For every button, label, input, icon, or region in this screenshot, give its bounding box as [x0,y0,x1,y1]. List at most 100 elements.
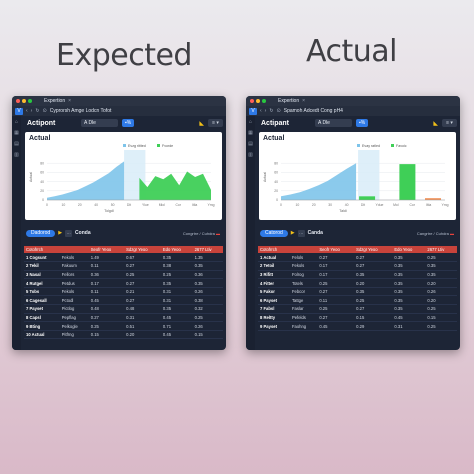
table-row[interactable]: 5 Fakor Febcor 0.27 0.35 0.35 0.26 [258,287,457,297]
legend-label: Evzg ritited [128,144,146,148]
chart-icon[interactable]: ▥ [248,152,253,158]
forward-icon[interactable]: › [265,108,267,114]
table-row[interactable]: 6 Payset Tattge 0.11 0.25 0.35 0.20 [258,295,457,306]
address-bar: V ‹ › ↻ ⊙ Cyprorsh Amge Lodcn Tofot [12,106,226,116]
menu-button[interactable]: ≡ ▾ [208,119,223,127]
reload-icon[interactable]: ↻ [269,108,273,114]
column-header[interactable] [59,246,89,253]
play-icon[interactable]: ▶ [291,230,295,236]
back-icon[interactable]: ‹ [26,108,28,114]
table-row[interactable]: 10 Actual Pitfrng 0.15 0.20 0.45 0.15 [24,330,223,340]
minimize-window-button[interactable] [22,99,26,103]
options-button[interactable]: ⋯ [297,229,305,237]
table-cell: 0.27 [354,253,393,263]
column-header[interactable]: Cotofrrch [24,246,60,253]
filter-dropdown[interactable]: A Dle [81,119,118,127]
column-header[interactable]: Edo Yeoo [392,246,426,253]
table-row[interactable]: 6 Cagesall Pctodl 0.45 0.27 0.31 0.38 [24,295,223,306]
document-icon[interactable]: ▤ [14,141,19,147]
grid-icon[interactable]: ▦ [248,130,253,136]
table-row[interactable]: 8 Reltty Pefelds 0.27 0.15 0.45 0.15 [258,313,457,323]
chart-icon[interactable]: ▥ [14,152,19,158]
options-button[interactable]: ⋯ [65,229,73,237]
table-row[interactable]: 2 Tetoil Fekols 0.17 0.27 0.35 0.35 [258,261,457,271]
tab-close-icon[interactable]: × [68,98,71,104]
maximize-window-button[interactable] [28,99,32,103]
close-window-button[interactable] [250,99,254,103]
table-actions-text[interactable]: Congrtre / Cuhdra ▬ [183,231,220,236]
table-row[interactable]: 9 Bting Pelkogle 0.25 0.51 0.71 0.26 [24,321,223,331]
column-header[interactable]: Seofr Yeoo [317,246,355,253]
minimize-window-button[interactable] [256,99,260,103]
table-cell: 0.17 [317,261,355,271]
view-button[interactable]: ▪ % [122,119,135,127]
table-row[interactable]: 2 Tekil Fakuum 0.11 0.27 0.38 0.35 [24,261,223,271]
table-row[interactable]: 5 Tobs Fekols 0.11 0.21 0.31 0.26 [24,287,223,297]
play-icon[interactable]: ▶ [58,230,62,236]
table-row[interactable]: 3 Nasal Fellors 0.36 0.25 0.25 0.36 [24,270,223,280]
dashboard-button[interactable]: Catorod [260,229,288,237]
table-cell: 0.45 [88,295,125,306]
table-row[interactable]: 4 Rutgel Petdus 0.17 0.27 0.35 0.35 [24,278,223,288]
highlight-band [358,150,380,200]
column-header[interactable]: Sdzgr Yeoo [354,246,393,253]
pin-icon[interactable]: ◣ [433,120,438,127]
table-cell: 0.11 [317,295,355,306]
browser-tab[interactable]: Expertion × [278,98,305,104]
url-text[interactable]: Cyprorsh Amge Lodcn Tofot [50,108,112,114]
table-cell: 0.51 [124,321,161,331]
view-button-label: % [126,120,132,126]
x-tick-label: Ydue [375,203,383,207]
app-badge[interactable]: V [249,107,257,115]
column-header[interactable]: Cotofrrch [258,246,290,253]
table-cell: 0.29 [354,321,393,331]
view-button[interactable]: ▪ % [356,119,369,127]
pin-icon[interactable]: ◣ [199,120,204,127]
table-row[interactable]: 8 Capsl Pepflag 0.27 0.31 0.45 0.25 [24,313,223,323]
table-cell: 0.27 [124,278,161,288]
table-row[interactable]: 9 Payset Faohng 0.45 0.29 0.31 0.25 [258,321,457,331]
back-icon[interactable]: ‹ [260,108,262,114]
browser-tab[interactable]: Expertion × [44,98,71,104]
title-bar: Expertion × [12,96,226,106]
forward-icon[interactable]: › [31,108,33,114]
x-tick-label: Itlia [192,203,197,207]
legend-label: Evay ratled [362,144,380,148]
table-actions-text[interactable]: Cangrtre / Cuhdra ▬ [417,231,454,236]
table-row[interactable]: 4 Fitter Totels 0.25 0.20 0.35 0.20 [258,278,457,288]
lock-icon: ⊙ [42,108,47,114]
url-text[interactable]: Spamoh Adcedt Cong pH4 [284,108,343,114]
reload-icon[interactable]: ↻ [35,108,39,114]
table-cell: 0.35 [392,270,426,280]
legend-label: Favoic [396,144,407,148]
table-row[interactable]: 1 Cogsunt Fekols 1.49 0.67 0.35 1.35 [24,253,223,263]
column-header[interactable]: 2677 Ltiv [192,246,223,253]
maximize-window-button[interactable] [262,99,266,103]
tab-close-icon[interactable]: × [302,98,305,104]
dashboard-button[interactable]: Dadorod [26,229,56,237]
table-row[interactable]: 1 Actual Felols 0.27 0.27 0.35 0.25 [258,253,457,263]
column-header[interactable]: Sdzgr Yeoo [124,246,161,253]
table-cell: Faohng [289,321,318,331]
table-row[interactable]: 7 Payset Pictlog 0.48 0.48 0.35 0.32 [24,304,223,314]
table-cell: Pitfrng [59,330,89,340]
table-cell: 0.15 [192,330,223,340]
document-icon[interactable]: ▤ [248,141,253,147]
home-icon[interactable]: ⌂ [15,119,18,125]
x-tick-label: 50 [111,203,115,207]
close-window-button[interactable] [16,99,20,103]
filter-dropdown[interactable]: A Dle [315,119,352,127]
menu-button[interactable]: ≡ ▾ [442,119,457,127]
column-header[interactable]: Seofr Yeoo [88,246,125,253]
column-header[interactable]: 2677 Ltiv [425,246,457,253]
x-tick-label: 10 [62,203,66,207]
grid-icon[interactable]: ▦ [14,130,19,136]
home-icon[interactable]: ⌂ [249,119,252,125]
column-header[interactable] [289,246,318,253]
column-header[interactable]: Edo Yeoo [160,246,193,253]
table-cell: 0.38 [192,295,223,306]
table-toolbar: Dadorod ▶ ⋯ Conda Congrtre / Cuhdra ▬ [24,226,223,240]
table-row[interactable]: 7 Fabsl Faslar 0.25 0.27 0.35 0.25 [258,304,457,314]
app-badge[interactable]: V [15,107,23,115]
table-row[interactable]: 3 Rifitt Folrog 0.17 0.35 0.35 0.35 [258,270,457,280]
